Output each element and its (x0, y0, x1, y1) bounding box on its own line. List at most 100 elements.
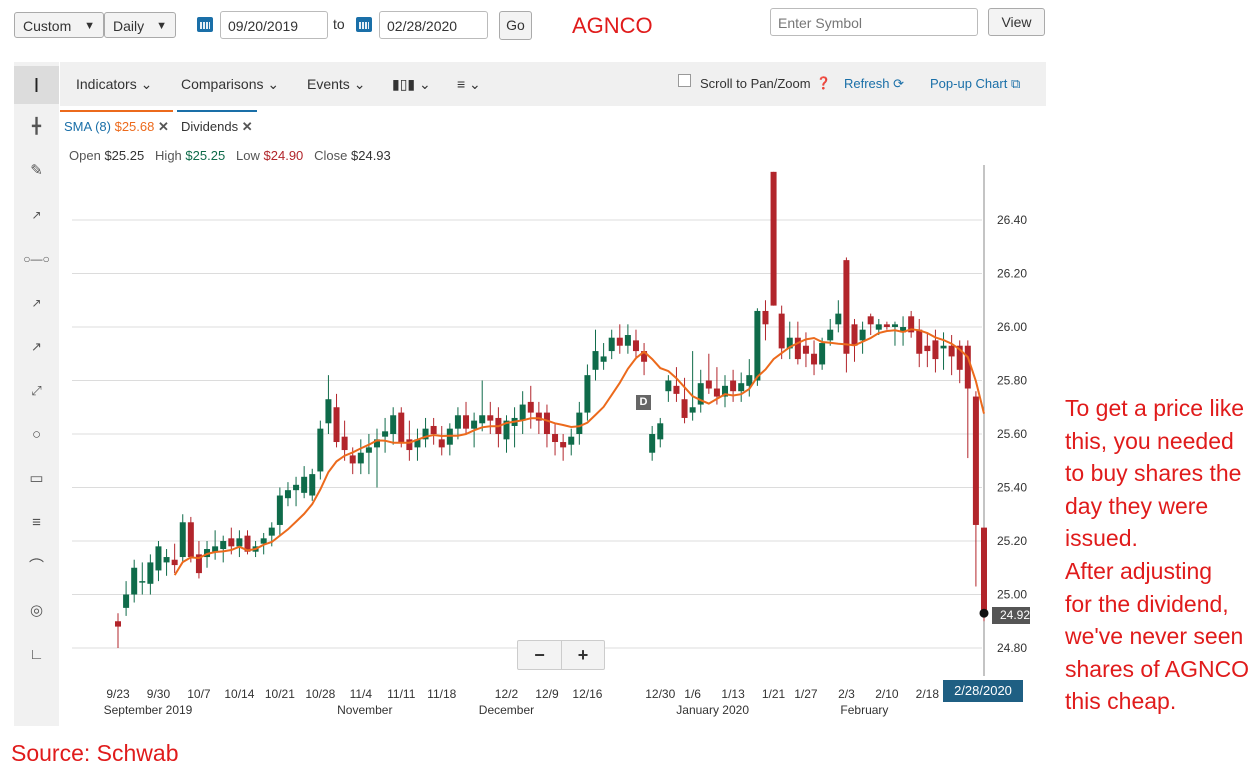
candle-body (932, 340, 939, 360)
candle-body (770, 171, 777, 306)
candle-body (713, 388, 720, 397)
candle-body (730, 380, 737, 392)
candle-body (705, 380, 712, 389)
candle-body (616, 337, 623, 346)
candle-body (924, 345, 931, 352)
candle-body (940, 345, 947, 349)
candle-body (268, 527, 275, 536)
candle-body (163, 557, 170, 563)
candle-body (179, 522, 186, 558)
candle-body (632, 340, 639, 352)
x-tick-label: 2/10 (875, 687, 899, 701)
last-price-dot (979, 608, 989, 618)
candle-body (819, 343, 826, 365)
candle-body (131, 567, 138, 595)
candle-body (867, 316, 874, 325)
candle-body (762, 310, 769, 325)
month-label: September 2019 (104, 703, 193, 717)
candle-body (811, 353, 818, 365)
candle-body (236, 538, 243, 547)
candle-body (487, 415, 494, 421)
candle-body (341, 436, 348, 451)
candle-body (365, 447, 372, 453)
x-tick-label: 11/18 (427, 687, 456, 701)
candle-body (576, 412, 583, 434)
candle-body (390, 415, 397, 434)
candle-body (454, 415, 461, 429)
source-label: Source: Schwab (11, 740, 179, 766)
x-tick-label: 1/13 (721, 687, 745, 701)
candle-body (438, 439, 445, 448)
x-tick-label: 12/9 (535, 687, 559, 701)
candle-body (398, 412, 405, 443)
annotation-line: this, you needed (1065, 427, 1234, 454)
candle-body (325, 399, 332, 424)
candle-body (228, 538, 235, 547)
zoom-in-button[interactable]: + (562, 641, 604, 669)
candle-body (479, 415, 486, 424)
candle-body (519, 404, 526, 421)
zoom-controls: − + (517, 640, 605, 670)
candle-body (155, 546, 162, 571)
candle-body (981, 527, 987, 614)
candle-body (649, 434, 656, 453)
candle-body (738, 383, 745, 392)
candle-body (560, 442, 567, 448)
month-label: November (337, 703, 392, 717)
candle-body (802, 345, 809, 354)
candle-body (349, 455, 356, 464)
candle-body (665, 380, 672, 392)
candle-body (624, 335, 631, 346)
y-tick-label: 26.00 (997, 320, 1027, 334)
candle-body (948, 345, 955, 357)
candle-body (147, 562, 154, 584)
annotation-line: for the dividend, (1065, 590, 1229, 617)
x-tick-label: 2/18 (916, 687, 940, 701)
candle-body (883, 324, 890, 327)
candle-body (754, 310, 761, 381)
candle-body (673, 385, 680, 394)
annotation-line: issued. (1065, 525, 1138, 552)
y-tick-label: 25.40 (997, 481, 1027, 495)
month-label: December (479, 703, 534, 717)
candle-body (260, 538, 267, 544)
last-price-badge: 24.92 (992, 607, 1030, 624)
candle-body (916, 329, 923, 354)
candle-body (681, 399, 688, 418)
candle-body (778, 313, 785, 349)
candle-body (592, 351, 599, 370)
annotation-line: we've never seen (1065, 623, 1244, 650)
y-tick-label: 25.80 (997, 374, 1027, 388)
candle-body (859, 329, 866, 341)
candle-body (301, 476, 308, 493)
y-tick-label: 25.00 (997, 588, 1027, 602)
candle-body (964, 345, 971, 389)
x-tick-label: 10/28 (305, 687, 335, 701)
x-tick-label: 1/27 (794, 687, 818, 701)
x-tick-label: 12/30 (645, 687, 675, 701)
candle-body (600, 356, 607, 362)
candle-body (527, 401, 534, 413)
dividend-marker[interactable]: D (636, 395, 651, 410)
x-tick-label: 11/4 (350, 687, 373, 701)
candle-body (284, 490, 291, 499)
zoom-out-button[interactable]: − (518, 641, 562, 669)
candle-body (584, 375, 591, 413)
candle-body (851, 324, 858, 346)
candle-body (220, 541, 227, 550)
x-tick-label: 10/7 (187, 687, 211, 701)
candle-body (657, 423, 664, 440)
x-tick-label: 12/2 (495, 687, 519, 701)
annotation-line: day they were (1065, 492, 1209, 519)
annotation-line: this cheap. (1065, 688, 1177, 715)
candle-body (568, 436, 575, 445)
candle-body (187, 522, 194, 558)
annotation-line: To get a price like (1065, 395, 1244, 421)
candle-body (875, 324, 882, 330)
candle-body (689, 407, 696, 413)
y-tick-label: 25.60 (997, 427, 1027, 441)
annotation-line: After adjusting (1065, 557, 1213, 584)
x-tick-label: 10/21 (265, 687, 295, 701)
candle-body (608, 337, 615, 352)
candle-body (835, 313, 842, 325)
